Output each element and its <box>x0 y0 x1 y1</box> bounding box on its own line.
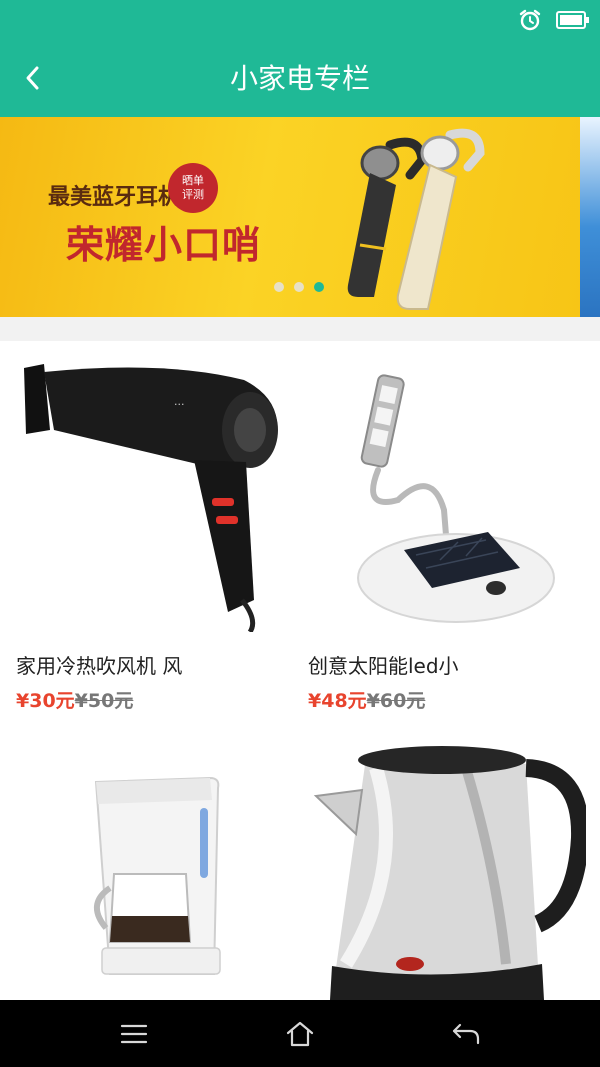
solar-led-lamp-image <box>306 350 586 632</box>
product-image[interactable] <box>306 350 586 632</box>
alarm-icon <box>518 8 542 36</box>
product-card[interactable]: ··· 家用冷热吹风机 风 ¥30元¥50元 <box>14 350 294 722</box>
carousel-dot[interactable] <box>294 282 304 292</box>
product-price: ¥30元¥50元 <box>16 686 133 713</box>
product-name: 家用冷热吹风机 风 <box>16 654 183 678</box>
banner-subtitle: 最美蓝牙耳机 <box>48 185 181 210</box>
original-price: ¥60元 <box>366 690 426 712</box>
status-bar <box>0 0 600 40</box>
electric-kettle-image <box>306 738 586 1000</box>
svg-text:···: ··· <box>174 398 185 411</box>
banner-badge-line2: 评测 <box>182 188 204 201</box>
coffee-maker-image <box>14 738 294 1000</box>
banner-badge-line1: 晒单 <box>182 174 204 187</box>
product-card[interactable]: 创意太阳能led小 ¥48元¥60元 <box>306 350 586 722</box>
current-price: ¥30元 <box>16 690 75 712</box>
product-image[interactable] <box>306 738 586 1000</box>
product-card[interactable] <box>306 738 586 1000</box>
section-divider <box>0 317 600 341</box>
product-price: ¥48元¥60元 <box>308 686 425 713</box>
page-title: 小家电专栏 <box>229 62 370 95</box>
product-name: 创意太阳能led小 <box>308 654 459 678</box>
nav-back-button[interactable] <box>448 1016 484 1052</box>
banner-badge: 晒单 评测 <box>168 163 218 213</box>
carousel-indicator <box>274 282 324 292</box>
current-price: ¥48元 <box>308 690 367 712</box>
system-nav-bar <box>0 1000 600 1067</box>
banner-title: 荣耀小口哨 <box>66 223 262 267</box>
product-image[interactable]: ··· <box>14 350 294 632</box>
battery-icon <box>556 10 590 34</box>
carousel-dot-active[interactable] <box>314 282 324 292</box>
home-icon <box>286 1021 314 1047</box>
menu-button[interactable] <box>116 1016 152 1052</box>
app-bar: 小家电专栏 <box>0 40 600 117</box>
headset-illustration <box>347 128 485 310</box>
back-icon <box>452 1023 480 1045</box>
carousel-dot[interactable] <box>274 282 284 292</box>
home-button[interactable] <box>282 1016 318 1052</box>
banner-next-slide-peek <box>580 117 600 317</box>
product-card[interactable] <box>14 738 294 1000</box>
product-image[interactable] <box>14 738 294 1000</box>
original-price: ¥50元 <box>74 690 134 712</box>
menu-icon <box>120 1024 148 1044</box>
hair-dryer-image: ··· <box>14 350 294 632</box>
